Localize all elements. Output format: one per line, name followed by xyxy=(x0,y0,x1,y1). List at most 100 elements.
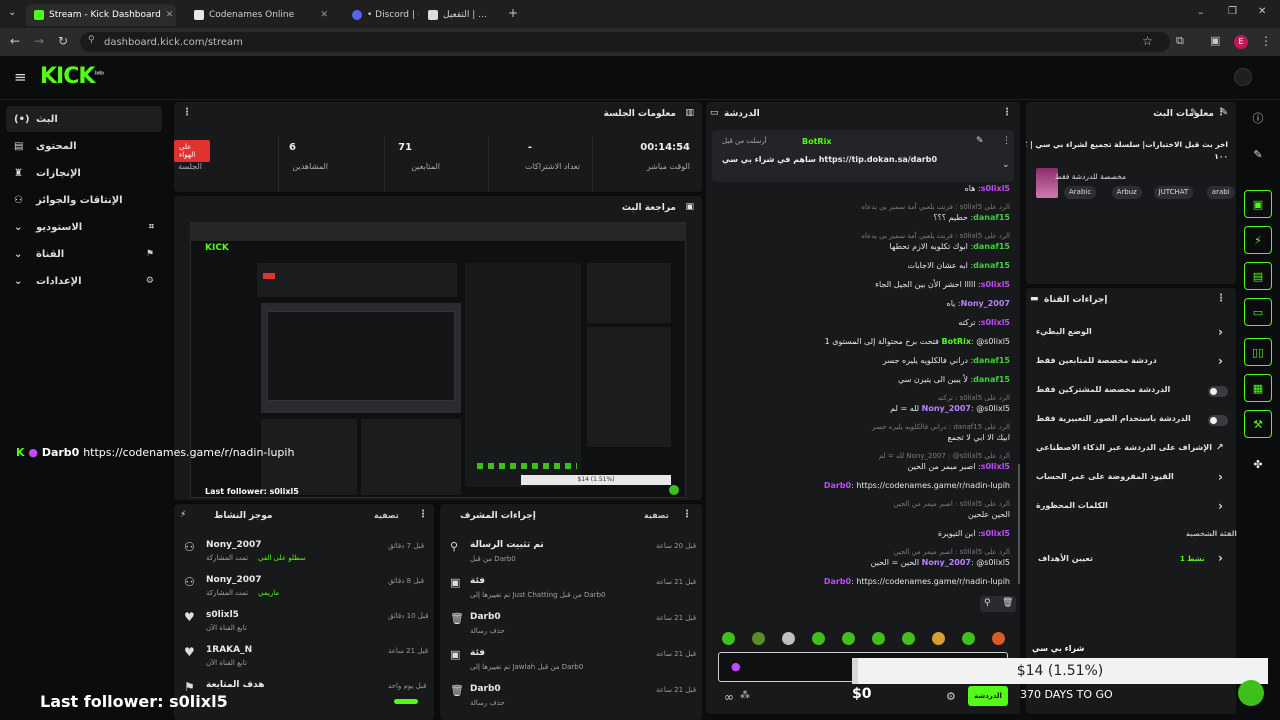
tab-discord[interactable]: • Discord | # xyxy=(344,4,419,26)
channel-action-row[interactable]: الدردشة مخصصة للمشتركين فقط xyxy=(1032,381,1228,401)
emote[interactable] xyxy=(782,632,795,645)
infinity-icon[interactable]: ∞ xyxy=(724,690,734,704)
kick-logo[interactable]: KICKbeta xyxy=(40,64,104,89)
toggle-switch[interactable] xyxy=(1208,386,1228,397)
hamburger-menu-icon[interactable]: ≡ xyxy=(14,68,27,86)
profile-avatar[interactable]: E xyxy=(1234,35,1248,49)
mod-action-item[interactable]: 🗑 Darb0 حذف رسالة قبل 21 ساعة xyxy=(444,610,698,642)
tab-codenames[interactable]: Codenames Online ✕ xyxy=(186,4,336,26)
chat-message[interactable]: danaf15: لأ يبين الى يتيرن سي xyxy=(898,375,1010,384)
emote[interactable] xyxy=(902,632,915,645)
chat-message[interactable]: Nony_2007: @s0lixl5 لله = لم xyxy=(890,404,1010,413)
chat-username[interactable]: s0lixl5 xyxy=(981,462,1010,471)
chat-username[interactable]: danaf15 xyxy=(973,356,1010,365)
more-options-icon[interactable]: ⋮ xyxy=(682,509,692,520)
mic-icon[interactable]: ● xyxy=(731,660,741,673)
pin-message-icon[interactable]: ⚲ xyxy=(984,598,991,608)
grid-rail-icon[interactable]: ▦ xyxy=(1244,374,1272,402)
chat-message[interactable]: BotRix: @s0lixl5 فتحت برخ محتوالة إلى ال… xyxy=(825,337,1010,346)
channel-action-row[interactable]: القيود المفروضة على عمر الحساب › xyxy=(1032,468,1228,488)
close-tab-icon[interactable]: ✕ xyxy=(166,10,174,20)
chevron-down-icon[interactable]: ⌄ xyxy=(1002,160,1010,170)
chevron-right-icon[interactable]: › xyxy=(1218,354,1223,368)
chat-message[interactable]: s0lixl5: اصبر ميمر من الحين xyxy=(908,462,1010,471)
emote[interactable] xyxy=(752,632,765,645)
channel-action-row[interactable]: دردشة مخصصة للمتابعين فقط › xyxy=(1032,352,1228,372)
chat-message[interactable]: الحين علحين xyxy=(968,510,1010,519)
dual-rail-icon[interactable]: ▯▯ xyxy=(1244,338,1272,366)
site-info-icon[interactable]: ⚲ xyxy=(88,35,95,45)
chat-message[interactable]: Nony_2007: ياه xyxy=(947,299,1010,308)
chat-message[interactable]: danaf15: حطيم ؟؟؟ xyxy=(933,213,1010,222)
chat-username[interactable]: s0lixl5 xyxy=(981,529,1010,538)
channel-action-row[interactable]: الإشراف على الدردشة عبر الذكاء الاصطناعي… xyxy=(1032,439,1228,459)
stream-tag[interactable]: Arbuz xyxy=(1111,186,1142,199)
emote[interactable] xyxy=(812,632,825,645)
more-options-icon[interactable]: ⋮ xyxy=(182,107,192,118)
chat-message[interactable]: danaf15: ابوك تكلويه الازم تحطها xyxy=(889,242,1010,251)
emote[interactable] xyxy=(962,632,975,645)
browser-menu-icon[interactable]: ⋮ xyxy=(1260,34,1272,48)
lightning-rail-icon[interactable]: ⚡ xyxy=(1244,226,1272,254)
mod-action-item[interactable]: ▣ فئة تم تغييرها إلى Jawlah من قبل Darb0 قب… xyxy=(444,646,698,678)
sidebar-item-channel[interactable]: ⌄ القناة ⚑ xyxy=(6,241,162,267)
sidebar-toggle-icon[interactable]: ▣ xyxy=(1210,34,1220,47)
new-tab-icon[interactable]: + xyxy=(508,6,518,20)
info-rail-icon[interactable]: ⓘ xyxy=(1244,104,1272,132)
emote[interactable] xyxy=(722,632,735,645)
chat-username[interactable]: danaf15 xyxy=(973,213,1010,222)
chat-username[interactable]: Darb0 xyxy=(824,481,851,490)
channel-action-row[interactable]: الوضع البطيء › xyxy=(1032,323,1228,343)
wrench-rail-icon[interactable]: ⚒ xyxy=(1244,410,1272,438)
chat-username[interactable]: s0lixl5 xyxy=(981,318,1010,327)
chat-username[interactable]: BotRix xyxy=(942,337,971,346)
bookmark-star-icon[interactable]: ☆ xyxy=(1142,34,1153,48)
chat-username[interactable]: danaf15 xyxy=(973,261,1010,270)
chevron-right-icon[interactable]: › xyxy=(1218,551,1223,565)
toggle-switch[interactable] xyxy=(1208,415,1228,426)
sidebar-item-achievements[interactable]: ♜ الإنجازات xyxy=(6,160,162,186)
mod-action-item[interactable]: 🗑 Darb0 حذف رسالة قبل 21 ساعة xyxy=(444,682,698,714)
minimize-icon[interactable]: – xyxy=(1198,6,1204,19)
stream-tag[interactable]: arabi xyxy=(1206,186,1235,199)
chat-message[interactable]: Darb0: https://codenames.game/r/nadin-lu… xyxy=(824,577,1010,586)
category-name[interactable]: مخصصة للدردشة فقط xyxy=(1055,172,1126,181)
close-window-icon[interactable]: ✕ xyxy=(1258,6,1266,17)
sidebar-item-stream[interactable]: (•) البث xyxy=(6,106,162,132)
user-avatar[interactable] xyxy=(1234,68,1252,86)
chat-message[interactable]: s0lixl5: ابن التيويرة xyxy=(938,529,1010,538)
chevron-right-icon[interactable]: › xyxy=(1218,499,1223,513)
chat-username[interactable]: Nony_2007 xyxy=(922,404,971,413)
chat-username[interactable]: Darb0 xyxy=(824,577,851,586)
pinned-message[interactable]: ✎ ⋮ أرسلت من قبل BotRix ساهم في شراء بي … xyxy=(712,130,1014,182)
mod-action-item[interactable]: ▣ فئة تم تغييرها إلى Just Chatting من قبل … xyxy=(444,574,698,606)
chat-username[interactable]: Nony_2007 xyxy=(922,558,971,567)
chat-message[interactable]: danaf15: ابه عشان الاجابات xyxy=(907,261,1010,270)
chat-username[interactable]: s0lixl5 xyxy=(981,280,1010,289)
reload-icon[interactable]: ↻ xyxy=(58,34,68,48)
sidebar-item-settings[interactable]: ⌄ الإعدادات ⚙ xyxy=(6,268,162,294)
stream-tag[interactable]: JUTCHAT xyxy=(1153,186,1194,199)
pencil-rail-icon[interactable]: ✎ xyxy=(1244,140,1272,168)
more-options-icon[interactable]: ⋮ xyxy=(1002,107,1012,118)
filter-button[interactable]: تصفية xyxy=(644,511,669,520)
camera-rail-icon[interactable]: ▣ xyxy=(1244,190,1272,218)
puzzle-rail-icon[interactable]: ✤ xyxy=(1244,450,1272,478)
chat-username[interactable]: Nony_2007 xyxy=(961,299,1010,308)
emote[interactable] xyxy=(932,632,945,645)
tab-search-icon[interactable]: ⌄ xyxy=(8,7,16,18)
activity-item[interactable]: ⚇ Nony_2007 تمت المشاركة ماريمي قبل 8 دقائق xyxy=(178,573,430,605)
back-icon[interactable]: ← xyxy=(10,34,20,48)
chat-message[interactable]: ابيك الا ابي لا تجمع xyxy=(947,433,1010,442)
more-options-icon[interactable]: ⋮ xyxy=(418,509,428,520)
more-options-icon[interactable]: ⋮ xyxy=(1002,136,1011,146)
set-goals-row[interactable]: تعيين الأهداف نشط 1 › xyxy=(1032,550,1228,570)
delete-message-icon[interactable]: 🗑 xyxy=(1002,598,1013,608)
channel-action-row[interactable]: الدردشة باستخدام الصور التعبيرية فقط xyxy=(1032,410,1228,430)
chat-scrollbar[interactable] xyxy=(1018,464,1020,584)
chat-message[interactable]: s0lixl5: هاه xyxy=(965,184,1010,193)
extensions-icon[interactable]: ⧉ xyxy=(1176,34,1184,48)
more-options-icon[interactable]: ⋮ xyxy=(1216,293,1226,304)
external-link-icon[interactable]: ↗ xyxy=(1216,443,1224,453)
chat-username[interactable]: danaf15 xyxy=(973,375,1010,384)
